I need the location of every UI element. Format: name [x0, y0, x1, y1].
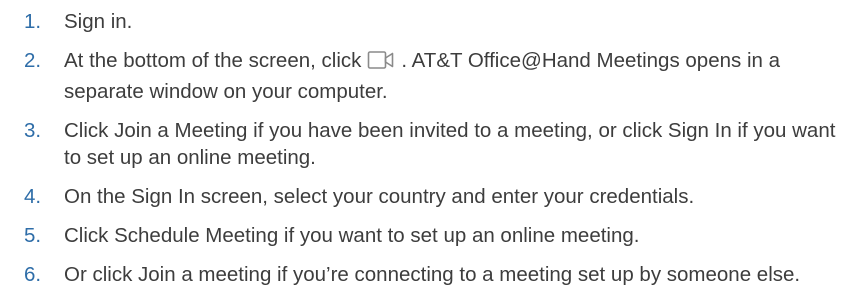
step-3: 3. Click Join a Meeting if you have been…: [24, 117, 844, 171]
step-5: 5. Click Schedule Meeting if you want to…: [24, 222, 844, 249]
step-text: Or click Join a meeting if you’re connec…: [64, 263, 801, 286]
video-camera-icon: [367, 49, 395, 78]
step-number: 3.: [24, 119, 42, 142]
step-text: On the Sign In screen, select your count…: [64, 185, 695, 208]
step-1: 1. Sign in.: [24, 8, 844, 35]
step-text: Click Schedule Meeting if you want to se…: [64, 224, 640, 247]
instruction-list: 1. Sign in. 2. At the bottom of the scre…: [24, 8, 844, 300]
step-4: 4. On the Sign In screen, select your co…: [24, 183, 844, 210]
step-number: 1.: [24, 10, 42, 33]
step-text: Click Join a Meeting if you have been in…: [64, 119, 836, 169]
step-number: 2.: [24, 49, 42, 72]
step-text-before-icon: At the bottom of the screen, click: [64, 49, 362, 72]
step-text: Sign in.: [64, 10, 133, 33]
step-number: 4.: [24, 185, 42, 208]
step-number: 6.: [24, 263, 42, 286]
step-2: 2. At the bottom of the screen, click . …: [24, 47, 844, 105]
step-number: 5.: [24, 224, 42, 247]
step-6: 6. Or click Join a meeting if you’re con…: [24, 261, 844, 288]
